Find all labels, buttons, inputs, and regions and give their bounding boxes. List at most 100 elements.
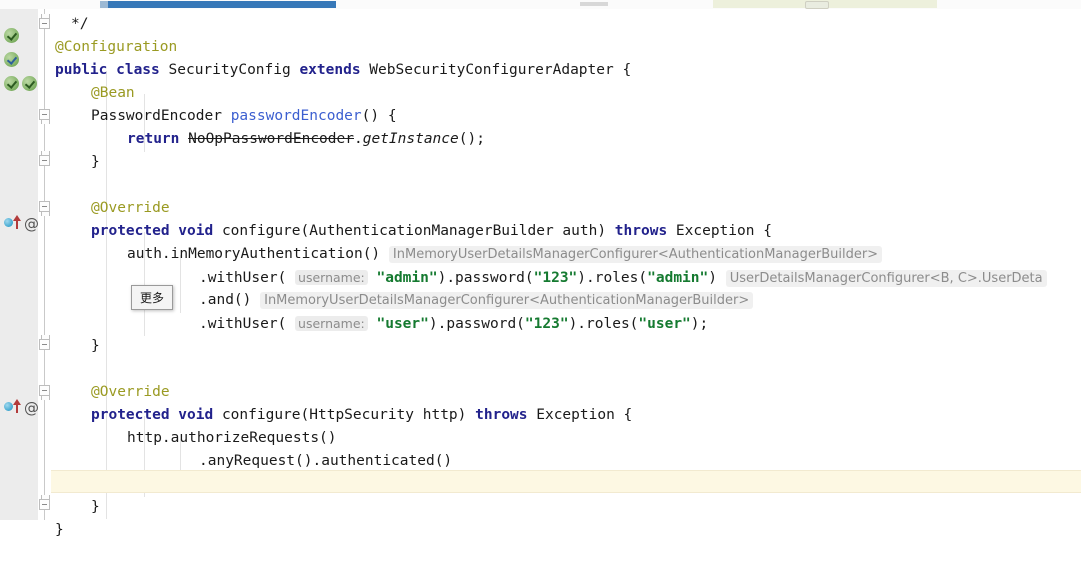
code-line[interactable]: .withUser( username: "user").password("1…	[51, 312, 708, 335]
code-token-str: "user"	[638, 316, 691, 332]
code-token-plain: WebSecurityConfigurerAdapter {	[369, 62, 632, 78]
fold-tip	[41, 212, 50, 216]
code-token-kw: protected void	[91, 407, 222, 423]
fold-tip	[41, 120, 50, 124]
code-token-kw: throws	[475, 407, 537, 423]
code-token-plain: ).roles(	[577, 270, 648, 286]
code-token-anno: @Override	[91, 200, 170, 216]
code-line[interactable]: @Override	[51, 197, 170, 220]
code-token-plain: PasswordEncoder	[91, 108, 231, 124]
fold-expand-icon[interactable]	[39, 201, 50, 212]
override-dot-icon[interactable]	[4, 402, 13, 411]
code-token-str: "admin"	[376, 270, 438, 286]
code-token-str: "123"	[533, 270, 578, 286]
code-line[interactable]: http.authorizeRequests()	[51, 427, 337, 450]
code-token-hint: InMemoryUserDetailsManagerConfigurer<Aut…	[260, 292, 754, 309]
override-dot-icon[interactable]	[4, 218, 13, 227]
code-token-plain: }	[91, 338, 100, 354]
code-token-hint: UserDetailsManagerConfigurer<B, C>.UserD…	[725, 270, 1047, 287]
code-token-plain: auth.inMemoryAuthentication()	[127, 246, 389, 262]
implements-marker-icon[interactable]	[4, 28, 19, 43]
fold-tip	[41, 495, 50, 499]
code-line[interactable]: @Bean	[51, 82, 135, 105]
code-token-plain: Exception {	[536, 407, 633, 423]
code-line[interactable]: }	[51, 496, 100, 519]
current-line-highlight	[51, 470, 1081, 493]
code-token-kw: public class	[55, 62, 169, 78]
fold-collapse-icon[interactable]	[39, 155, 50, 166]
override-arrow-icon[interactable]	[13, 215, 21, 229]
code-token-plain: .anyRequest().authenticated()	[199, 453, 453, 469]
fold-collapse-icon[interactable]	[39, 339, 50, 350]
code-line[interactable]: .withUser( username: "admin").password("…	[51, 266, 1047, 289]
code-token-phint: username:	[295, 270, 368, 285]
code-token-anno: @Override	[91, 384, 170, 400]
code-token-kw: extends	[299, 62, 370, 78]
code-token-str: "123"	[524, 316, 569, 332]
fold-tip	[41, 335, 50, 339]
code-token-plain: () {	[361, 108, 397, 124]
code-token-str: "admin"	[647, 270, 709, 286]
code-token-kw: throws	[614, 223, 676, 239]
code-line[interactable]: */	[51, 13, 88, 36]
implements-marker-icon[interactable]	[4, 76, 19, 91]
marker-gutter[interactable]: @ @	[0, 9, 39, 520]
code-token-plain: ).roles(	[568, 316, 639, 332]
code-token-plain: .withUser(	[199, 316, 296, 332]
code-token-plain: Exception {	[675, 223, 772, 239]
implements-marker-icon[interactable]	[22, 76, 37, 91]
code-token-str: "user"	[376, 316, 429, 332]
fold-tip	[41, 396, 50, 400]
code-token-plain: SecurityConfig	[168, 62, 300, 78]
more-tooltip-label: 更多	[139, 291, 164, 305]
fold-collapse-icon[interactable]	[39, 499, 50, 510]
code-line[interactable]: PasswordEncoder passwordEncoder() {	[51, 105, 397, 128]
code-token-plain: ).password(	[428, 316, 525, 332]
code-token-plain: configure(HttpSecurity http)	[221, 407, 476, 423]
fold-guide-line	[44, 9, 45, 520]
code-line[interactable]: protected void configure(AuthenticationM…	[51, 220, 772, 243]
code-line[interactable]: protected void configure(HttpSecurity ht…	[51, 404, 632, 427]
folding-gutter[interactable]	[38, 9, 51, 520]
code-line[interactable]: return NoOpPasswordEncoder.getInstance()…	[51, 128, 485, 151]
code-token-plain: }	[91, 154, 100, 170]
code-token-plain: .and()	[199, 292, 261, 308]
override-arrow-icon[interactable]	[13, 399, 21, 413]
code-token-kw: protected void	[91, 223, 222, 239]
code-token-plain: configure(AuthenticationManagerBuilder a…	[221, 223, 615, 239]
fold-expand-icon[interactable]	[39, 385, 50, 396]
code-token-hint: InMemoryUserDetailsManagerConfigurer<Aut…	[388, 246, 883, 263]
horizontal-scrollbar-thumb[interactable]	[108, 1, 336, 8]
collapsed-fold-badge[interactable]	[805, 1, 829, 9]
code-line[interactable]: public class SecurityConfig extends WebS…	[51, 59, 631, 82]
code-token-plain: .withUser(	[199, 270, 296, 286]
code-token-plain: )	[708, 270, 726, 286]
code-token-plain: .	[353, 131, 363, 147]
code-line[interactable]: @Override	[51, 381, 170, 404]
code-line[interactable]: }	[51, 151, 100, 174]
toolbar-ghost-item	[580, 2, 608, 6]
more-tooltip[interactable]: 更多	[131, 285, 173, 310]
code-line[interactable]: }	[51, 519, 64, 542]
code-token-ital: getInstance	[362, 131, 459, 147]
code-token-plain: }	[91, 499, 100, 515]
fold-tip	[41, 14, 50, 18]
fold-collapse-icon[interactable]	[39, 18, 50, 29]
code-line[interactable]: @Configuration	[51, 36, 177, 59]
annotation-marker-icon[interactable]: @	[24, 398, 39, 417]
code-token-plain: }	[55, 522, 64, 538]
code-token-plain: ();	[458, 131, 485, 147]
code-token-plain: http.authorizeRequests()	[127, 430, 337, 446]
code-line[interactable]: auth.inMemoryAuthentication() InMemoryUs…	[51, 243, 883, 266]
code-token-anno: @Bean	[91, 85, 135, 101]
code-token-plain: );	[690, 316, 709, 332]
fold-expand-icon[interactable]	[39, 109, 50, 120]
annotation-marker-icon[interactable]: @	[24, 214, 39, 233]
code-token-anno: @Configuration	[55, 39, 178, 55]
code-token-meth: passwordEncoder	[230, 108, 362, 124]
fold-tip	[41, 151, 50, 155]
code-line[interactable]: }	[51, 335, 100, 358]
implements-marker-icon[interactable]	[4, 52, 19, 67]
code-token-kw: return	[127, 131, 189, 147]
code-token-phint: username:	[295, 316, 368, 331]
